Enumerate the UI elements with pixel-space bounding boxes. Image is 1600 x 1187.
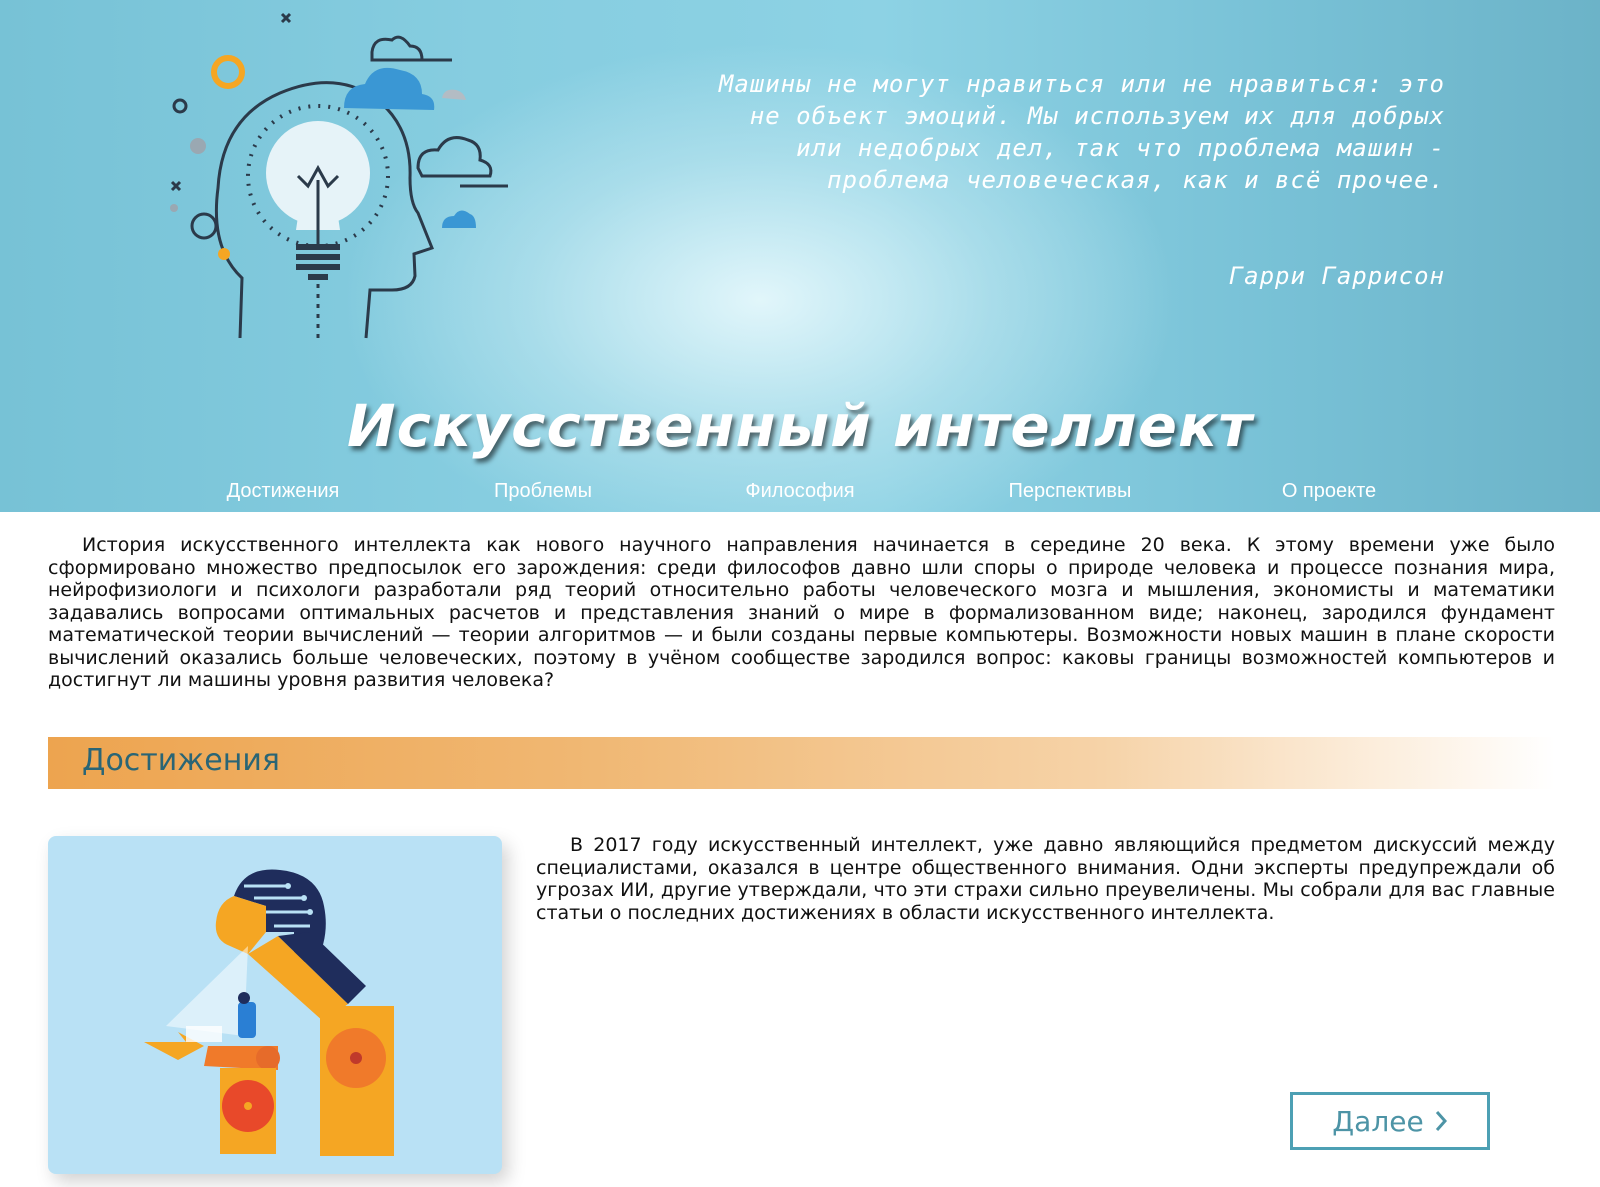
section-heading-bar: Достижения	[48, 737, 1555, 789]
nav-link-achievements[interactable]: Достижения	[227, 480, 340, 503]
more-button-label: Далее	[1332, 1104, 1424, 1138]
chevron-right-icon	[1435, 1111, 1447, 1131]
article-paragraph: В 2017 году искусственный интеллект, уже…	[536, 834, 1555, 924]
header-quote: Машины не могут нравиться или не нравить…	[718, 70, 1445, 194]
site-header: Машины не могут нравиться или не нравить…	[0, 0, 1600, 512]
head-lightbulb-illustration	[170, 12, 508, 340]
robot-arm-image	[144, 869, 394, 1156]
site-title: Искусственный интеллект	[347, 392, 1253, 460]
nav-link-philosophy[interactable]: Философия	[745, 480, 854, 503]
nav-link-perspectives[interactable]: Перспективы	[1009, 480, 1132, 503]
robot-arm-illustration	[48, 836, 502, 1174]
intro-paragraph: История искусственного интеллекта как но…	[48, 534, 1555, 691]
quote-author: Гарри Гаррисон	[1228, 262, 1445, 290]
nav-link-problems[interactable]: Проблемы	[494, 480, 592, 503]
section-title: Достижения	[82, 743, 280, 778]
more-button[interactable]: Далее	[1290, 1092, 1490, 1150]
main-nav: Достижения Проблемы Философия Перспектив…	[0, 480, 1600, 512]
nav-link-about[interactable]: О проекте	[1282, 480, 1376, 503]
